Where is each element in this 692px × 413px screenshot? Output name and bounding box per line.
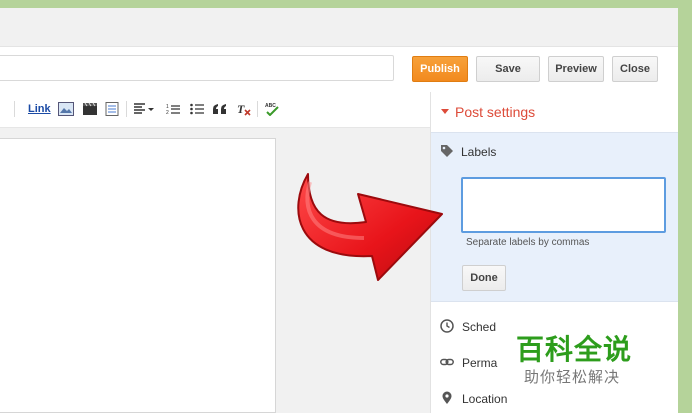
labels-panel: Labels Separate labels by commas Done (431, 132, 678, 302)
numbered-list-icon[interactable]: 12 (166, 101, 180, 117)
labels-help-text: Separate labels by commas (466, 237, 590, 248)
format-toolbar: Link 12 T ABC (0, 93, 430, 128)
toolbar-divider (14, 101, 15, 117)
baike-watermark: 百科全说 助你轻松解决 (510, 328, 650, 398)
location-pin-icon (440, 391, 454, 405)
publish-button[interactable]: Publish (412, 56, 468, 82)
preview-button[interactable]: Preview (548, 56, 604, 82)
labels-title: Labels (461, 145, 497, 159)
post-body-editor[interactable] (0, 138, 276, 413)
spell-check-icon[interactable]: ABC (264, 101, 280, 117)
watermark-subtitle: 助你轻松解决 (524, 368, 621, 386)
page-frame: Publish Save Preview Close Link 12 T ABC… (0, 0, 692, 413)
close-button[interactable]: Close (612, 56, 658, 82)
svg-text:ABC: ABC (265, 103, 276, 109)
top-bar (0, 8, 678, 47)
insert-jump-break-icon[interactable] (105, 101, 119, 117)
editor-window: Publish Save Preview Close Link 12 T ABC… (0, 8, 678, 413)
clock-icon (440, 319, 454, 333)
save-button[interactable]: Save (476, 56, 540, 82)
link-icon (440, 355, 454, 369)
watermark-title: 百科全说 (516, 333, 633, 366)
tag-icon (440, 144, 454, 158)
post-settings-title: Post settings (455, 104, 536, 120)
collapse-triangle-icon (441, 109, 449, 114)
svg-text:T: T (237, 102, 245, 116)
toolbar-divider (257, 101, 258, 117)
post-title-input[interactable] (0, 55, 394, 81)
svg-text:2: 2 (166, 110, 169, 115)
schedule-label: Sched (462, 320, 497, 334)
post-settings-header[interactable]: Post settings (431, 92, 678, 132)
insert-image-icon[interactable] (58, 101, 74, 117)
labels-done-button[interactable]: Done (462, 265, 506, 291)
align-dropdown-icon[interactable] (134, 101, 156, 117)
labels-input[interactable] (461, 177, 666, 233)
remove-formatting-icon[interactable]: T (237, 101, 251, 117)
bullet-list-icon[interactable] (190, 101, 204, 117)
quote-icon[interactable] (213, 101, 227, 117)
location-label: Location (462, 392, 508, 406)
insert-video-icon[interactable] (82, 101, 98, 117)
red-curved-arrow-icon (280, 168, 450, 288)
insert-link-button[interactable]: Link (28, 101, 51, 117)
permalink-label: Perma (462, 356, 498, 370)
toolbar-divider (126, 101, 127, 117)
